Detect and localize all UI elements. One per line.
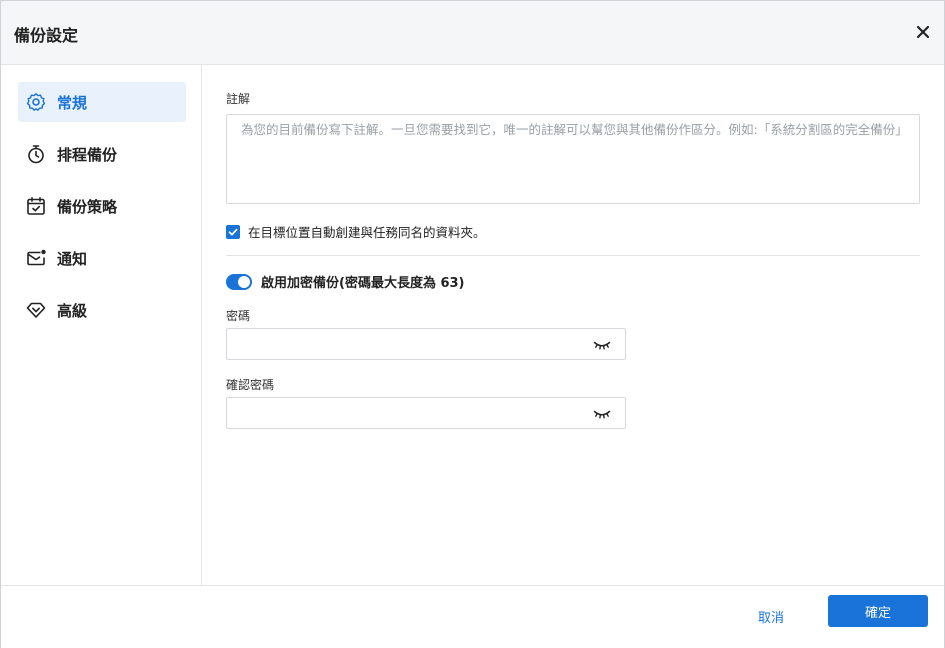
gear-icon xyxy=(25,91,47,113)
stopwatch-icon xyxy=(25,143,47,165)
encryption-toggle[interactable] xyxy=(226,273,252,290)
sidebar-item-label: 常規 xyxy=(57,93,88,112)
divider xyxy=(226,255,920,256)
close-icon[interactable] xyxy=(914,23,932,41)
create-folder-option[interactable]: 在目標位置自動創建與任務同名的資料夾。 xyxy=(226,222,486,241)
dialog-title: 備份設定 xyxy=(14,26,79,45)
eye-closed-icon[interactable] xyxy=(593,407,611,421)
password-label: 密碼 xyxy=(226,309,251,323)
backup-settings-dialog: 備份設定 常規 排程備份 備份策略 通知 高級 註解 為您的目前備份寫下註解。一… xyxy=(0,0,945,648)
encryption-option: 啟用加密備份(密碼最大長度為 63) xyxy=(226,272,465,291)
note-textarea[interactable]: 為您的目前備份寫下註解。一旦您需要找到它，唯一的註解可以幫您與其他備份作區分。例… xyxy=(226,114,920,204)
sidebar-item-advanced[interactable]: 高級 xyxy=(18,290,186,330)
note-label: 註解 xyxy=(226,92,251,106)
sidebar: 常規 排程備份 備份策略 通知 高級 xyxy=(1,65,202,585)
cancel-button[interactable]: 取消 xyxy=(739,600,803,632)
sidebar-item-notification[interactable]: 通知 xyxy=(18,238,186,278)
general-settings-panel: 註解 為您的目前備份寫下註解。一旦您需要找到它，唯一的註解可以幫您與其他備份作區… xyxy=(202,65,944,585)
password-field[interactable] xyxy=(226,328,626,360)
diamond-icon xyxy=(25,299,47,321)
mail-notification-icon xyxy=(25,247,47,269)
calendar-check-icon xyxy=(25,195,47,217)
sidebar-item-strategy[interactable]: 備份策略 xyxy=(18,186,186,226)
eye-closed-icon[interactable] xyxy=(593,338,611,352)
sidebar-item-label: 排程備份 xyxy=(57,145,118,164)
check-icon xyxy=(228,228,238,235)
dialog-footer: 取消 確定 xyxy=(1,585,944,648)
sidebar-item-label: 通知 xyxy=(57,249,88,268)
confirm-password-label: 確認密碼 xyxy=(226,378,275,392)
encryption-label: 啟用加密備份(密碼最大長度為 63) xyxy=(261,276,465,291)
sidebar-item-label: 備份策略 xyxy=(57,197,118,216)
ok-button[interactable]: 確定 xyxy=(828,595,928,627)
create-folder-label: 在目標位置自動創建與任務同名的資料夾。 xyxy=(248,225,486,240)
sidebar-item-label: 高級 xyxy=(57,301,88,320)
sidebar-item-general[interactable]: 常規 xyxy=(18,82,186,122)
sidebar-item-schedule[interactable]: 排程備份 xyxy=(18,134,186,174)
title-bar: 備份設定 xyxy=(1,1,944,65)
create-folder-checkbox[interactable] xyxy=(226,224,240,239)
confirm-password-field[interactable] xyxy=(226,397,626,429)
